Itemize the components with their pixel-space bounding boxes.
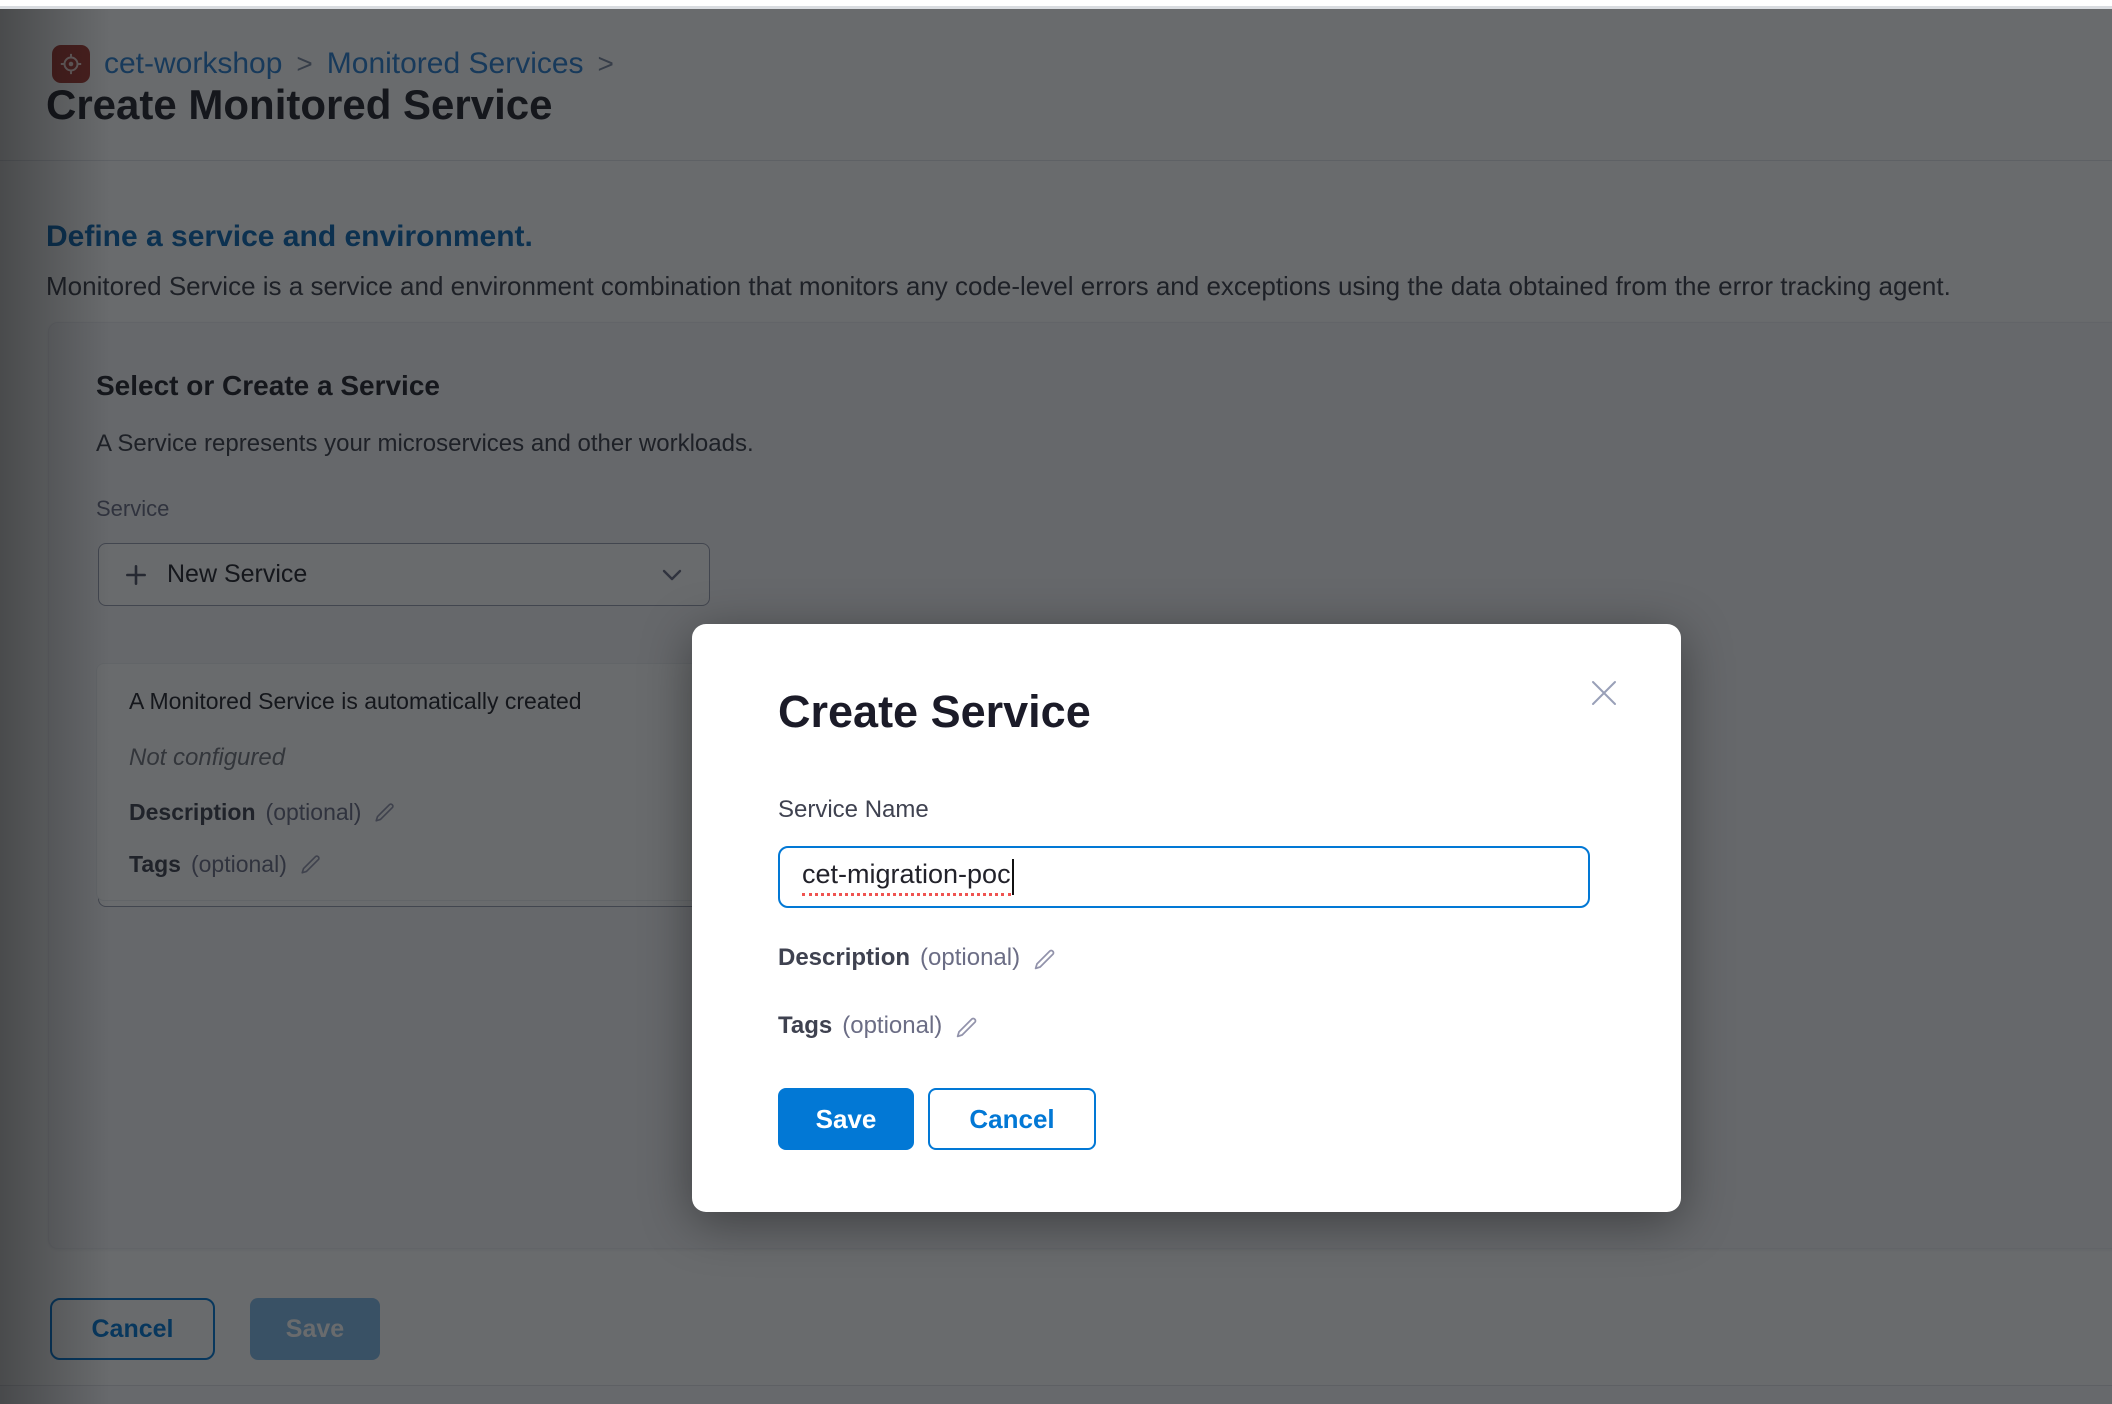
modal-tags-row: Tags (optional): [778, 1012, 980, 1040]
modal-tags-label: Tags: [778, 1012, 832, 1040]
service-name-input[interactable]: cet-migration-poc: [778, 846, 1590, 908]
modal-save-button[interactable]: Save: [778, 1088, 914, 1150]
screen: cet-workshop > Monitored Services > Crea…: [0, 0, 2112, 1404]
modal-title: Create Service: [778, 686, 1091, 738]
edit-pencil-icon[interactable]: [1030, 944, 1058, 972]
modal-description-label: Description: [778, 944, 910, 972]
service-name-value: cet-migration-poc: [802, 859, 1011, 896]
modal-description-optional: (optional): [920, 944, 1020, 972]
text-caret: [1012, 859, 1014, 895]
create-service-modal: Create Service Service Name cet-migratio…: [692, 624, 1681, 1212]
close-icon[interactable]: [1585, 674, 1623, 712]
edit-pencil-icon[interactable]: [952, 1012, 980, 1040]
service-name-label: Service Name: [778, 796, 929, 824]
modal-tags-optional: (optional): [842, 1012, 942, 1040]
modal-description-row: Description (optional): [778, 944, 1058, 972]
modal-cancel-button[interactable]: Cancel: [928, 1088, 1096, 1150]
chrome-divider-line: [0, 6, 2112, 9]
